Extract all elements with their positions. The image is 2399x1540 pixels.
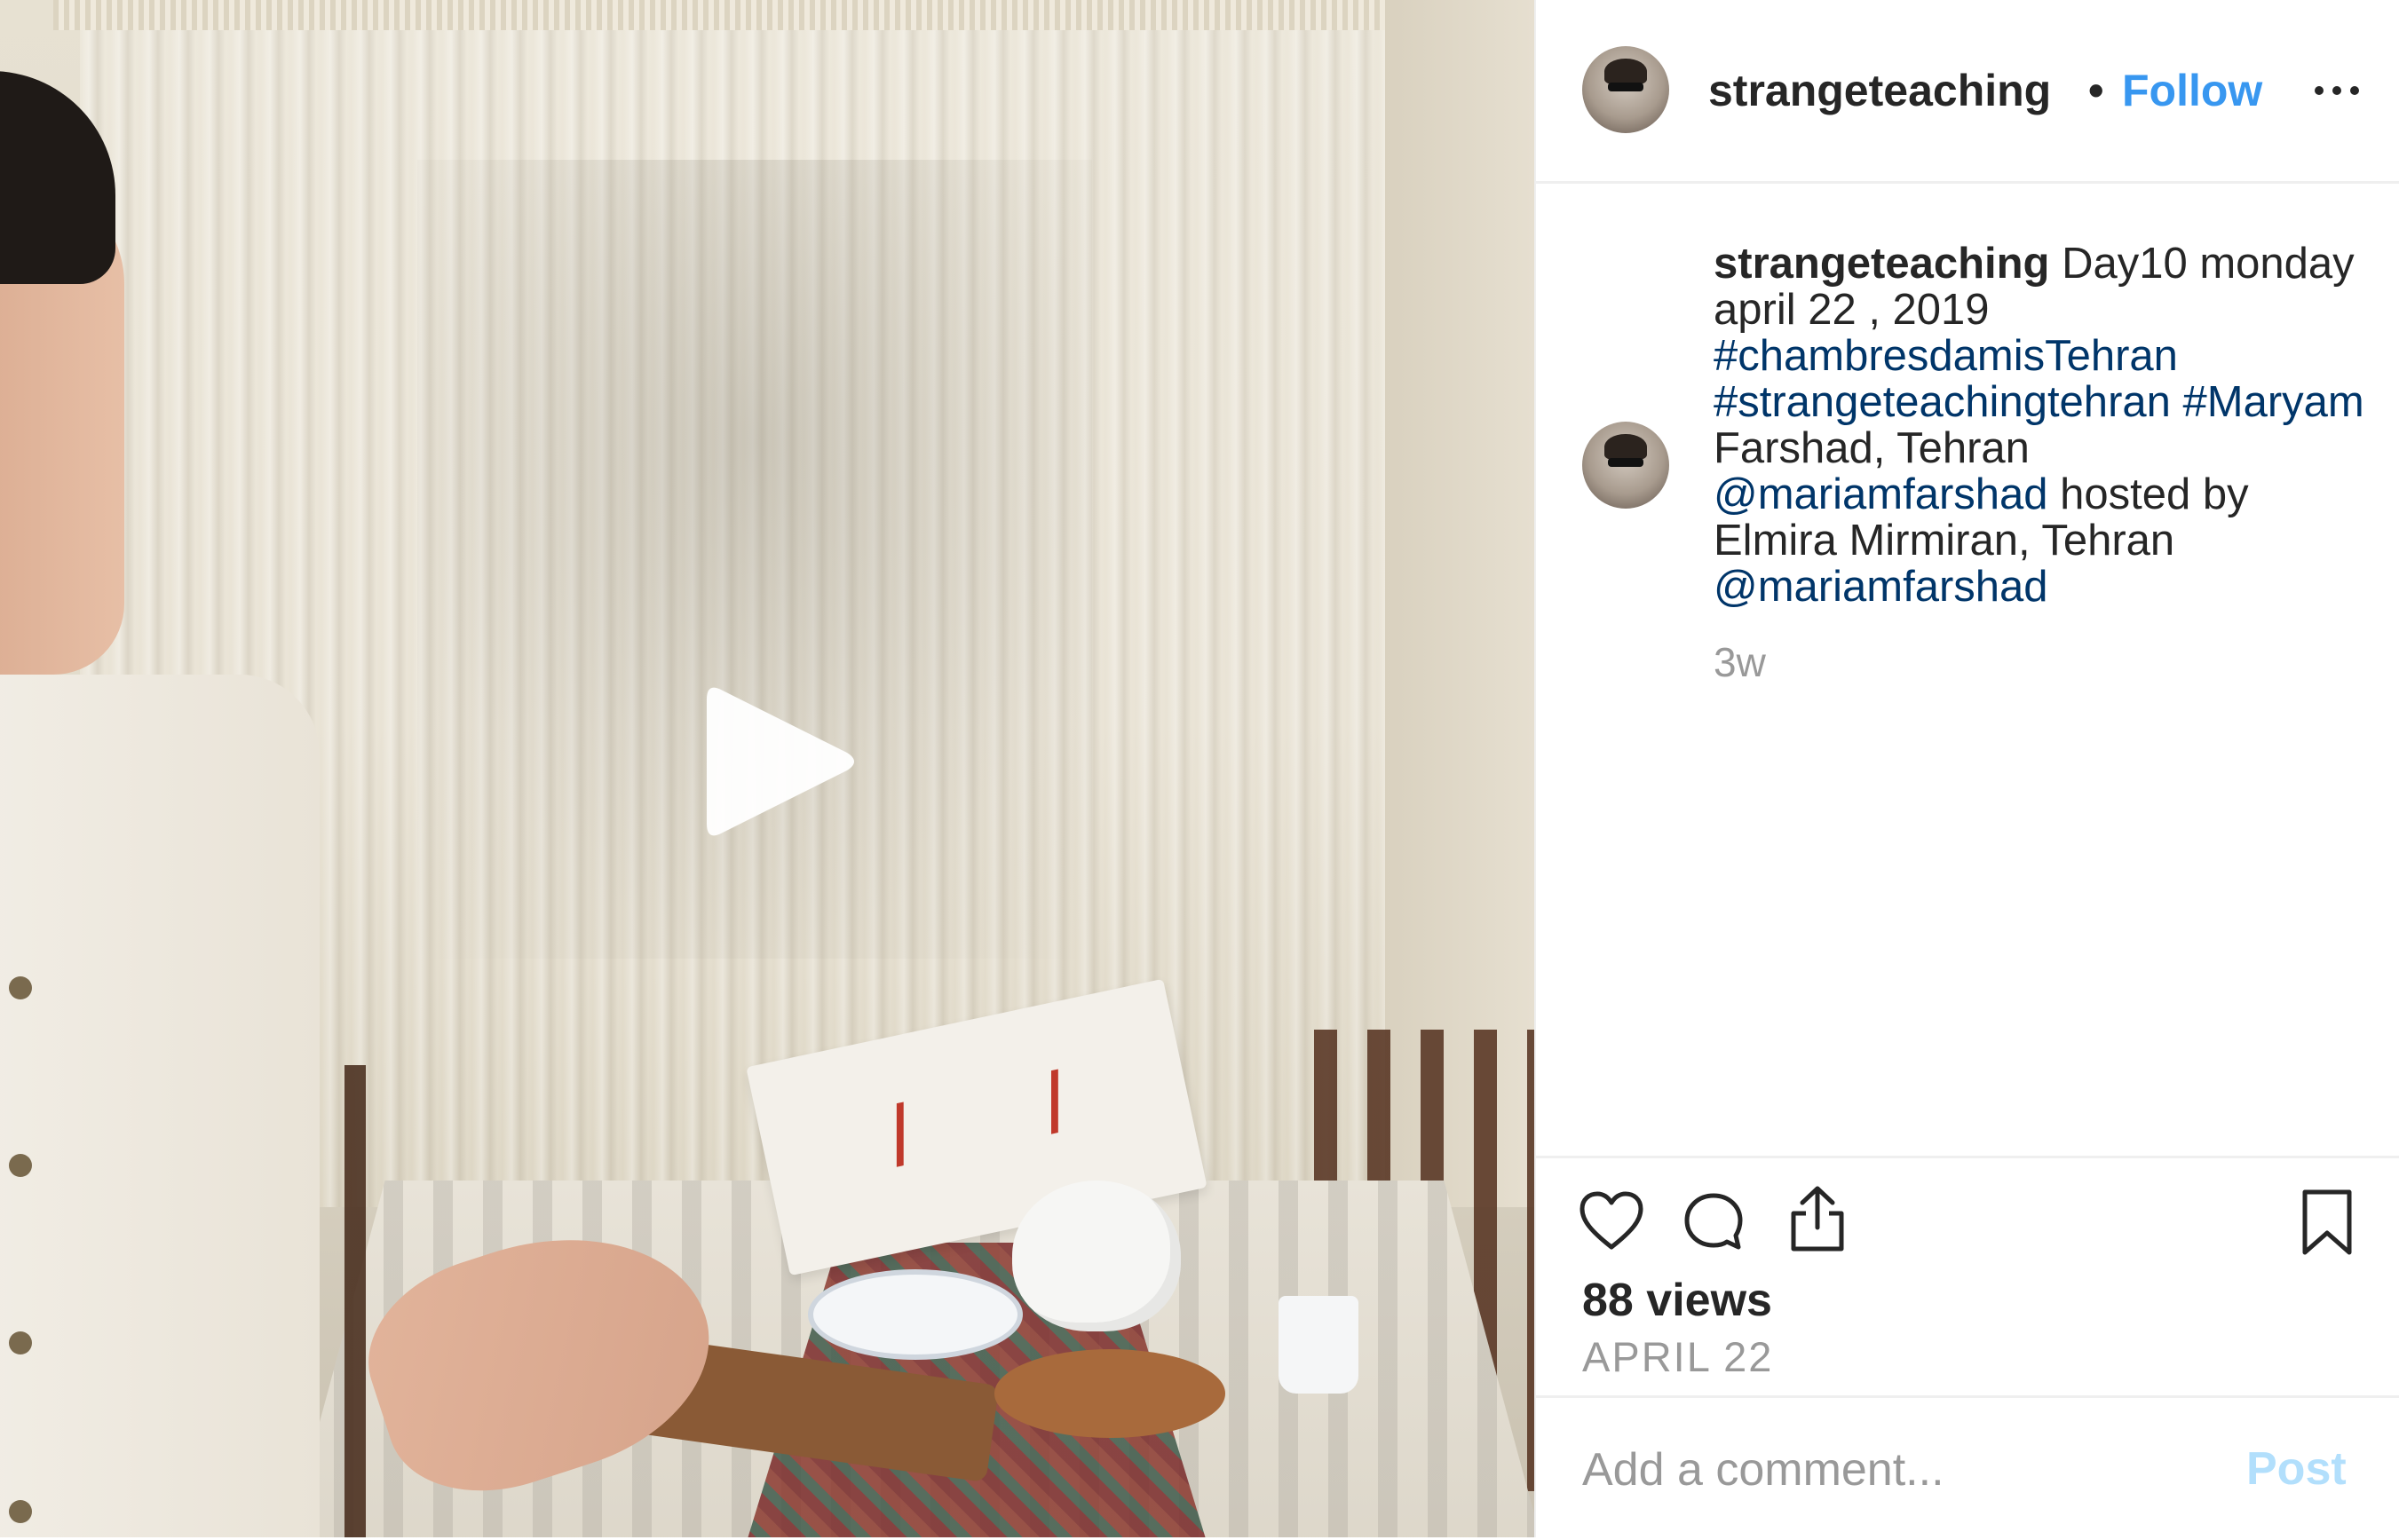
caption-avatar[interactable]: [1582, 422, 1669, 509]
bookmark-icon[interactable]: [2300, 1189, 2355, 1256]
views-count[interactable]: 88 views: [1582, 1272, 1772, 1329]
plate-stack: [808, 1269, 1023, 1360]
hashtag-link[interactable]: #chambresdamisTehran: [1714, 332, 2178, 380]
avatar[interactable]: [1582, 46, 1669, 133]
post-actions: 88 views APRIL 22: [1536, 1156, 2399, 1398]
heart-icon[interactable]: [1579, 1190, 1644, 1252]
person-hair: [0, 71, 115, 284]
caption-username[interactable]: strangeteaching: [1714, 240, 2049, 288]
hashtag-link[interactable]: #strangeteachingtehran: [1714, 378, 2171, 426]
candle-warmer: [994, 1349, 1225, 1438]
header-separator: •: [2088, 66, 2104, 115]
person-shirt: [0, 675, 320, 1537]
cup: [1279, 1296, 1358, 1394]
play-icon[interactable]: [696, 682, 856, 841]
person: [0, 71, 320, 1537]
shirt-button: [9, 1500, 32, 1523]
shirt-button: [9, 1154, 32, 1177]
teapot: [1012, 1181, 1181, 1331]
caption-timestamp[interactable]: 3w: [1714, 638, 1766, 686]
mention-link[interactable]: @mariamfarshad: [1714, 470, 2048, 518]
comment-input[interactable]: [1580, 1433, 2205, 1506]
follow-button[interactable]: Follow: [2122, 64, 2262, 117]
share-icon[interactable]: [1786, 1183, 1849, 1254]
post-date[interactable]: APRIL 22: [1582, 1331, 1773, 1384]
post-details-panel: strangeteaching • Follow strangeteaching…: [1534, 0, 2399, 1537]
bag-logo: [896, 1069, 1058, 1167]
caption-area: strangeteaching Day10 monday april 22 , …: [1536, 184, 2399, 1160]
caption: strangeteaching Day10 monday april 22 , …: [1714, 241, 2371, 610]
mention-link[interactable]: @mariamfarshad: [1714, 563, 2048, 611]
caption-text: Farshad, Tehran: [1714, 424, 2030, 472]
header-username[interactable]: strangeteaching: [1708, 64, 2079, 117]
comment-icon[interactable]: [1682, 1190, 1746, 1254]
wall: [1385, 0, 1534, 1207]
post-button[interactable]: Post: [2246, 1442, 2347, 1496]
comment-bar: Post: [1536, 1395, 2399, 1540]
curtain-rod: [53, 0, 1421, 30]
post-header: strangeteaching • Follow: [1536, 0, 2399, 184]
more-horizontal-icon[interactable]: [2310, 67, 2363, 114]
post-video[interactable]: [0, 0, 1534, 1537]
hashtag-link[interactable]: #Maryam: [2183, 378, 2364, 426]
shirt-button: [9, 976, 32, 999]
shirt-button: [9, 1331, 32, 1354]
